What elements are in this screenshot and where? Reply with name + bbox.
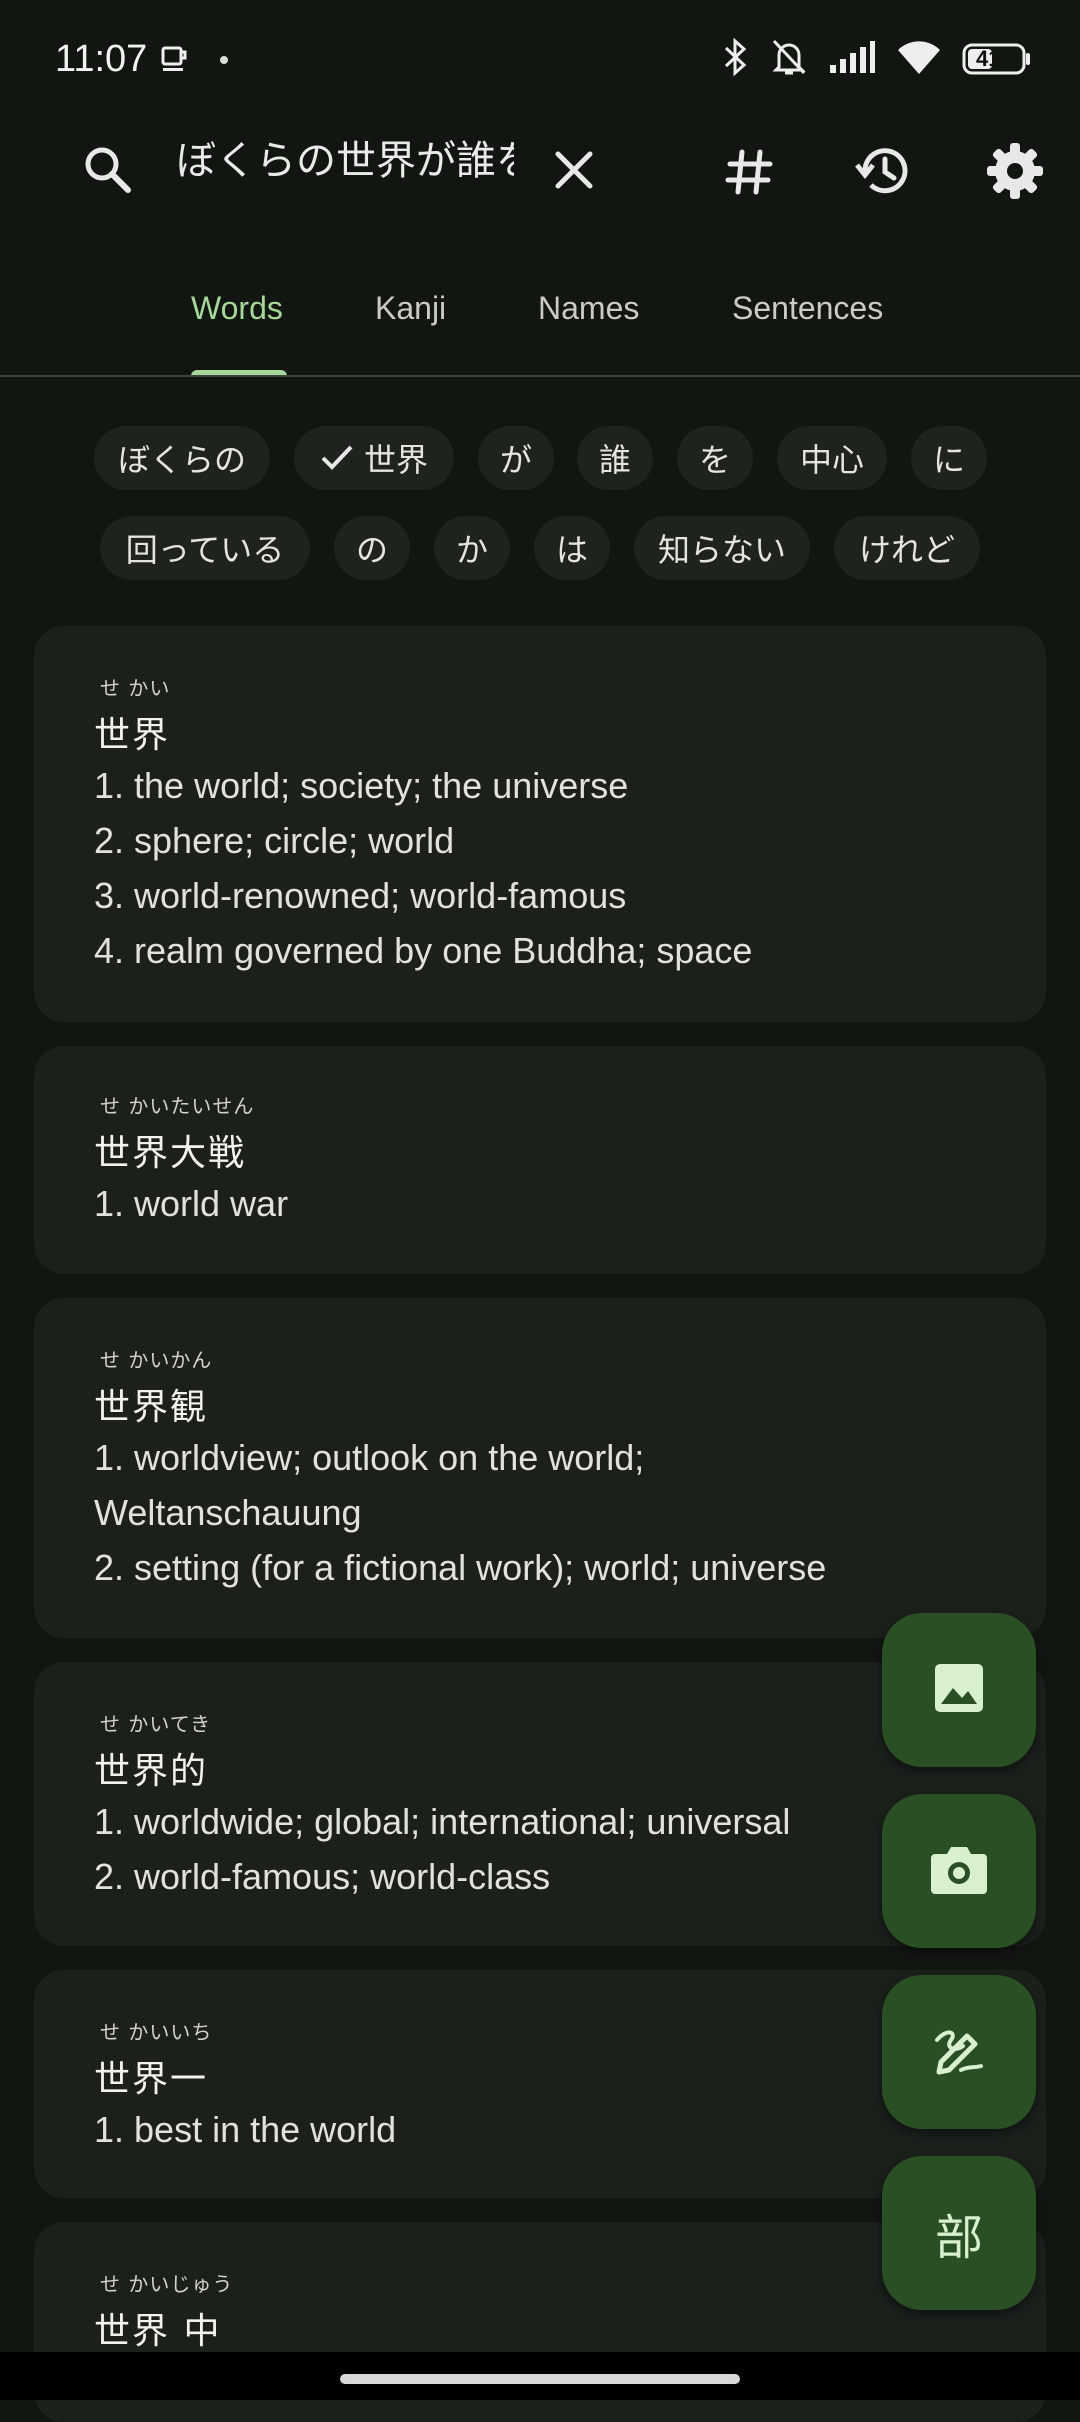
- token-chip[interactable]: 回っている: [100, 516, 310, 580]
- dot-icon: [220, 56, 228, 64]
- result-card[interactable]: せ かい 世界 1. the world; society; the unive…: [34, 626, 1046, 1022]
- definition-line: 2. sphere; circle; world: [94, 820, 455, 861]
- camera-icon: [929, 1842, 989, 1900]
- furigana: せ かいかん: [100, 1348, 213, 1372]
- definition-line: 4. realm governed by one Buddha; space: [94, 930, 753, 971]
- tab-names[interactable]: Names: [538, 290, 639, 327]
- draw-icon: [931, 2022, 987, 2082]
- token-chip[interactable]: 中心: [777, 426, 887, 490]
- definition-line: 1. worldwide; global; international; uni…: [94, 1801, 791, 1842]
- result-word: 世界 中: [94, 2311, 222, 2352]
- definition-line: Weltanschauung: [94, 1492, 362, 1533]
- furigana: せ かいてき: [100, 1712, 212, 1736]
- handwriting-button[interactable]: [882, 1975, 1036, 2129]
- bell-off-icon: [770, 37, 808, 81]
- tab-words[interactable]: Words: [191, 290, 283, 327]
- battery-level: 41: [976, 46, 1001, 71]
- token-chip[interactable]: けれど: [834, 516, 980, 580]
- furigana: せ かい: [100, 676, 171, 700]
- result-word: 世界: [94, 715, 171, 756]
- token-chip[interactable]: は: [534, 516, 610, 580]
- token-chip[interactable]: か: [434, 516, 510, 580]
- token-chip[interactable]: の: [334, 516, 410, 580]
- coffee-icon: [160, 44, 190, 74]
- clear-icon[interactable]: [544, 140, 604, 200]
- token-chip[interactable]: ぼくらの: [94, 426, 270, 490]
- home-indicator[interactable]: [340, 2374, 740, 2384]
- furigana: せ かいたいせん: [100, 1094, 255, 1118]
- definition-line: 2. setting (for a fictional work); world…: [94, 1547, 827, 1588]
- image-icon: [931, 1660, 987, 1720]
- tab-kanji[interactable]: Kanji: [375, 290, 446, 327]
- result-word: 世界一: [94, 2059, 209, 2100]
- result-word: 世界的: [94, 1751, 209, 1792]
- definition-line: 1. best in the world: [94, 2109, 397, 2150]
- definition-line: 1. worldview; outlook on the world;: [94, 1437, 645, 1478]
- wifi-icon: [896, 38, 942, 80]
- definition-line: 3. world-renowned; world-famous: [94, 875, 627, 916]
- history-icon[interactable]: [848, 136, 918, 206]
- token-chip-selected[interactable]: 世界: [294, 426, 454, 490]
- radical-search-button[interactable]: 部: [882, 2156, 1036, 2310]
- result-card[interactable]: せ かいたいせん 世界大戦 1. world war: [34, 1046, 1046, 1274]
- check-icon: [320, 443, 354, 473]
- definition-line: 1. world war: [94, 1183, 289, 1224]
- settings-icon[interactable]: [980, 136, 1050, 206]
- token-chip[interactable]: に: [911, 426, 987, 490]
- definition-line: 1. the world; society; the universe: [94, 765, 629, 806]
- result-card[interactable]: せ かいかん 世界観 1. worldview; outlook on the …: [34, 1298, 1046, 1638]
- result-word: 世界大戦: [94, 1133, 247, 1174]
- signal-icon: [828, 39, 876, 79]
- bluetooth-icon: [720, 37, 750, 81]
- camera-button[interactable]: [882, 1794, 1036, 1948]
- image-search-button[interactable]: [882, 1613, 1036, 1767]
- definition-line: 2. world-famous; world-class: [94, 1856, 551, 1897]
- hash-icon[interactable]: [718, 140, 782, 204]
- tab-divider: [0, 375, 1080, 377]
- search-icon[interactable]: [78, 140, 138, 200]
- radical-label: 部: [934, 2210, 983, 2266]
- tab-sentences[interactable]: Sentences: [732, 290, 883, 327]
- furigana: せ かいじゅう: [100, 2272, 234, 2296]
- token-chip[interactable]: を: [677, 426, 753, 490]
- token-chip[interactable]: 誰: [577, 426, 653, 490]
- furigana: せ かいいち: [100, 2020, 213, 2044]
- search-input[interactable]: ぼくらの世界が誰を: [176, 128, 514, 184]
- result-word: 世界観: [94, 1387, 209, 1428]
- battery-icon: 41: [962, 42, 1032, 76]
- token-chip[interactable]: 知らない: [634, 516, 810, 580]
- token-chip[interactable]: が: [478, 426, 554, 490]
- status-time: 11:07: [55, 38, 148, 80]
- status-icons: 41: [720, 36, 1032, 82]
